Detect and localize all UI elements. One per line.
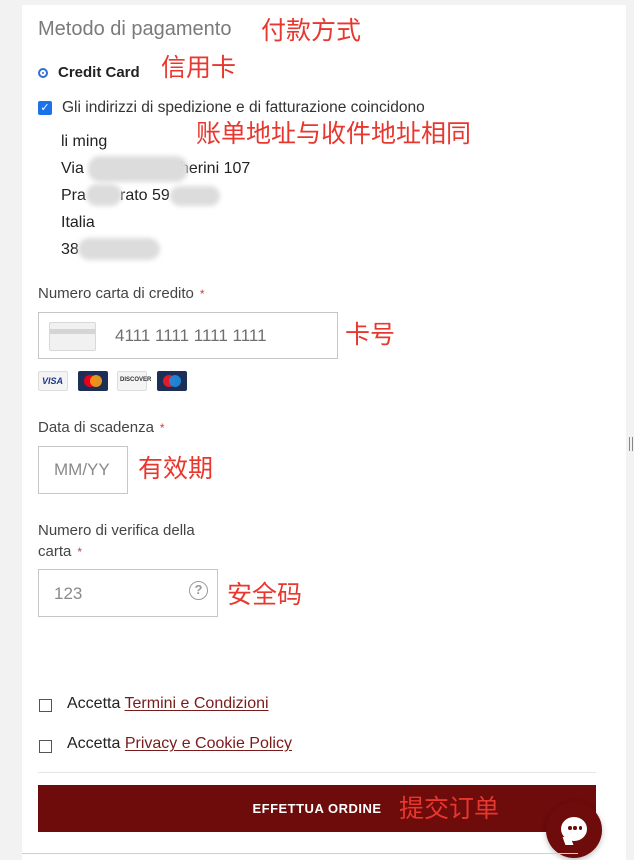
cvv-label-line2: carta * <box>38 543 83 560</box>
terms-link[interactable]: Termini e Condizioni <box>125 695 269 712</box>
address-country: Italia <box>61 214 95 231</box>
card-number-label: Numero carta di credito * <box>38 285 205 302</box>
chat-button[interactable] <box>546 802 602 858</box>
annotation-submit: 提交订单 <box>399 794 500 823</box>
chat-dots-icon <box>568 826 582 830</box>
address-city-end: rato 59 <box>120 187 170 204</box>
annotation-expiry: 有效期 <box>138 454 214 483</box>
credit-card-radio[interactable] <box>38 68 48 78</box>
redaction-blur <box>86 184 122 206</box>
maestro-icon <box>157 371 187 391</box>
visa-icon: VISA <box>38 371 68 391</box>
help-icon[interactable]: ? <box>189 581 208 600</box>
privacy-label: Accetta Privacy e Cookie Policy <box>67 735 292 752</box>
divider <box>38 772 596 773</box>
annotation-payment-method: 付款方式 <box>261 16 362 45</box>
redaction-blur <box>88 156 188 182</box>
address-street-start: Via <box>61 160 84 177</box>
place-order-button[interactable]: EFFETTUA ORDINE <box>38 785 596 832</box>
bottom-divider <box>22 853 578 854</box>
privacy-checkbox[interactable] <box>39 740 52 753</box>
discover-icon: DISCOVER <box>117 371 151 391</box>
annotation-same-address: 账单地址与收件地址相同 <box>196 119 472 148</box>
address-phone: 38 <box>61 241 79 258</box>
address-city-start: Pra <box>61 187 86 204</box>
card-number-input[interactable]: 4111 1111 1111 1111 <box>38 312 338 359</box>
annotation-card-number: 卡号 <box>345 320 396 349</box>
same-address-label[interactable]: Gli indirizzi di spedizione e di fattura… <box>62 99 425 117</box>
terms-checkbox[interactable] <box>39 699 52 712</box>
cvv-input[interactable]: 123 ? <box>38 569 218 617</box>
annotation-credit-card: 信用卡 <box>161 53 237 82</box>
cvv-placeholder: 123 <box>54 584 83 603</box>
expiry-label: Data di scadenza * <box>38 419 165 436</box>
expiry-input[interactable]: MM/YY <box>38 446 128 494</box>
terms-label: Accetta Termini e Condizioni <box>67 695 269 712</box>
annotation-cvv: 安全码 <box>227 580 303 609</box>
redaction-blur <box>170 186 220 206</box>
cvv-label-line1: Numero di verifica della <box>38 522 195 539</box>
resize-handle-icon[interactable] <box>629 437 633 451</box>
privacy-link[interactable]: Privacy e Cookie Policy <box>125 735 292 752</box>
mastercard-icon <box>78 371 108 391</box>
same-address-checkbox[interactable]: ✓ <box>38 101 52 115</box>
card-icon <box>49 322 96 351</box>
card-number-value: 4111 1111 1111 1111 <box>115 326 267 345</box>
expiry-placeholder: MM/YY <box>54 460 110 479</box>
redaction-blur <box>78 238 160 260</box>
section-title: Metodo di pagamento <box>38 18 232 40</box>
credit-card-label[interactable]: Credit Card <box>58 64 140 81</box>
address-name: li ming <box>61 133 108 150</box>
